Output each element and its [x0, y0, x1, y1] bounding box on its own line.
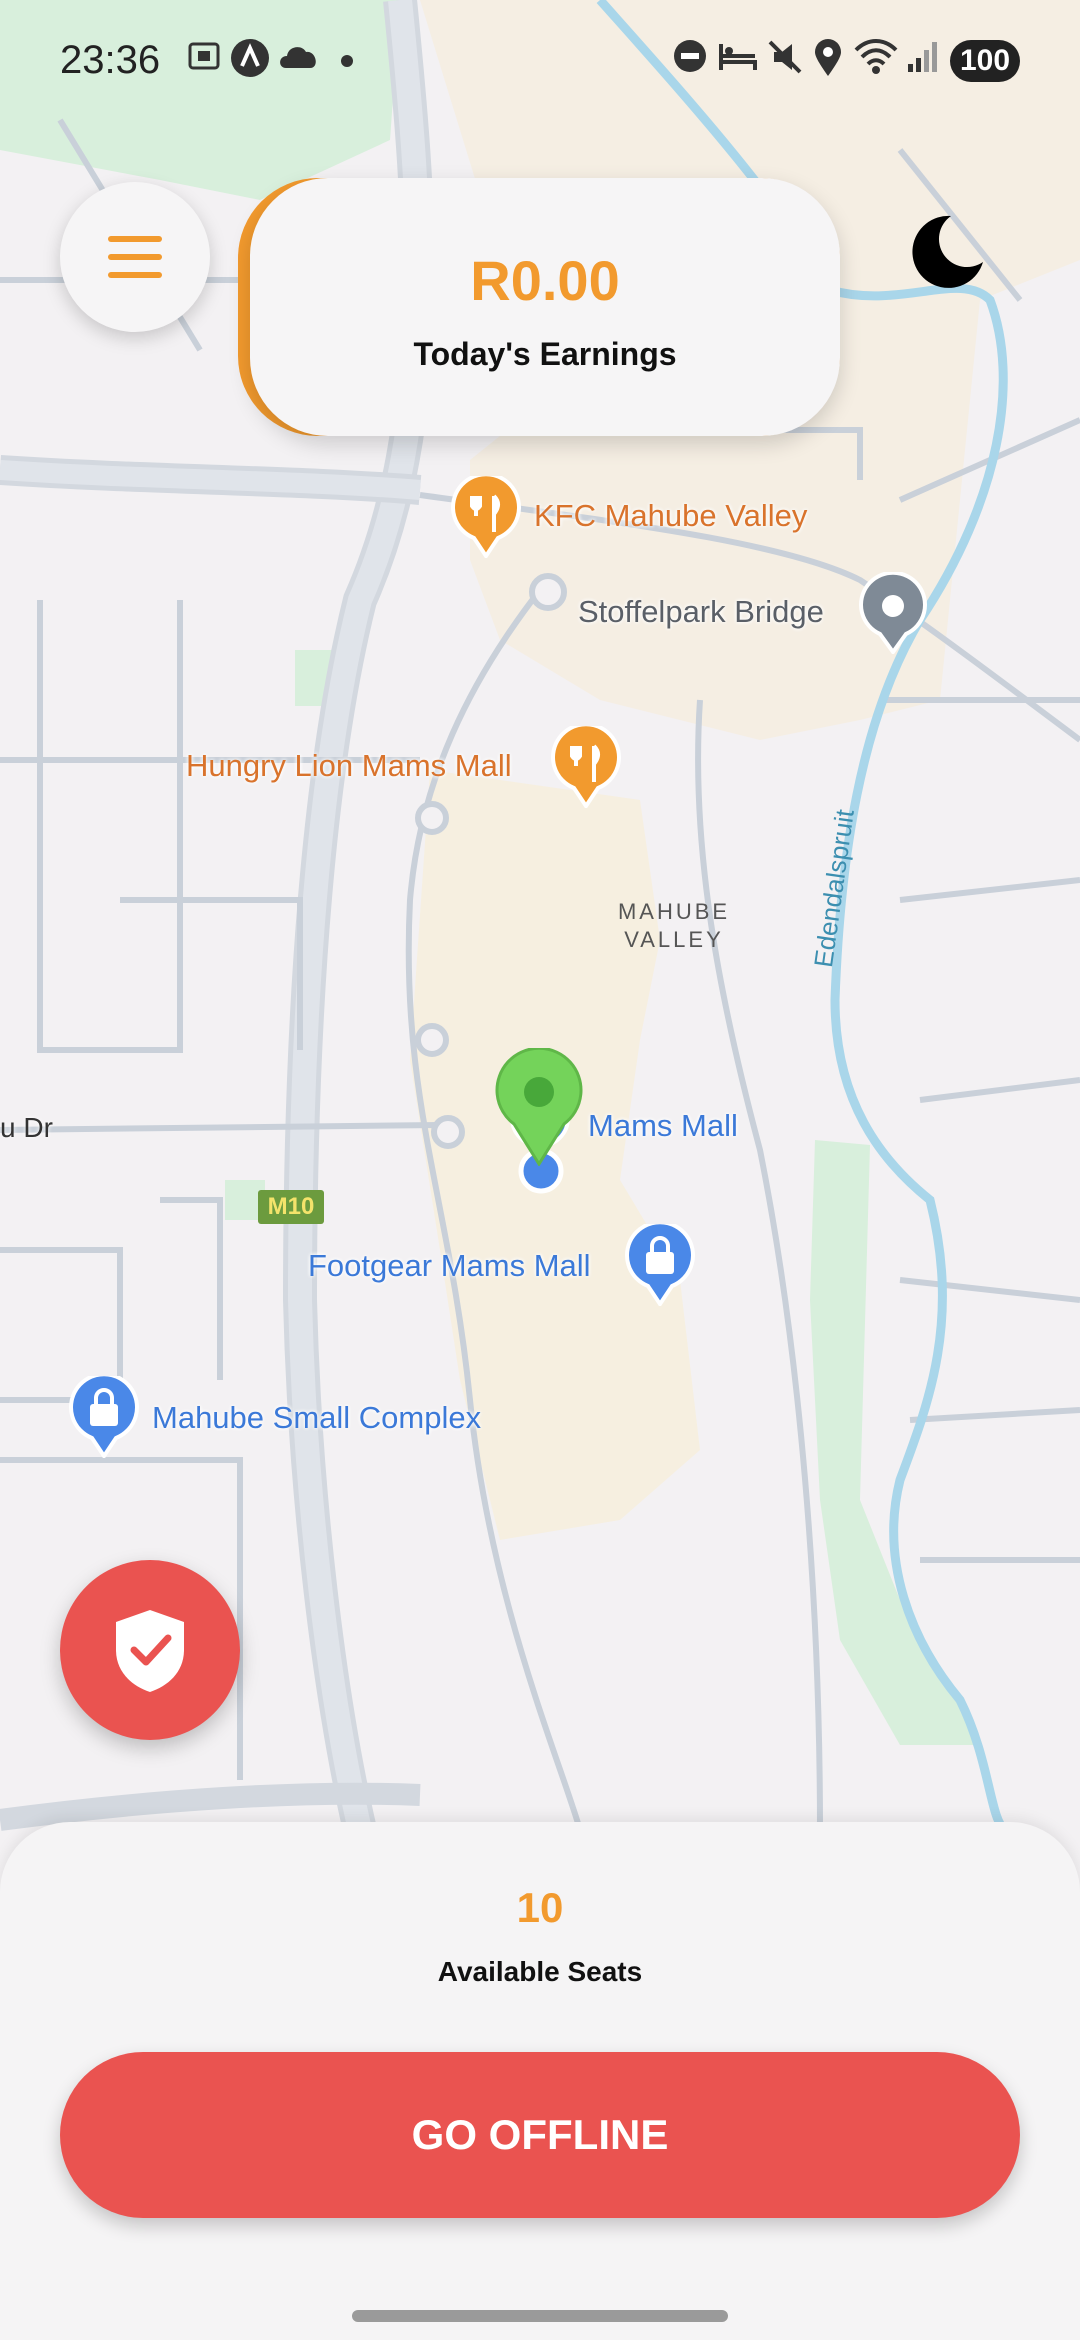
go-offline-button[interactable]: GO OFFLINE	[60, 2052, 1020, 2218]
route-badge-m10: M10	[258, 1190, 324, 1224]
earnings-amount: R0.00	[470, 249, 620, 312]
map-label-mams-mall[interactable]: Mams Mall	[588, 1108, 738, 1144]
cloud-icon	[280, 47, 316, 68]
map-label-footgear[interactable]: Footgear Mams Mall	[308, 1248, 591, 1284]
area-label-line1: MAHUBE	[617, 899, 731, 924]
area-label: MAHUBE VALLEY	[612, 898, 736, 954]
shopping-pin-icon[interactable]	[68, 1376, 140, 1458]
earnings-label: Today's Earnings	[413, 336, 677, 372]
wifi-icon	[854, 39, 898, 74]
mute-icon	[768, 40, 802, 74]
location-icon	[815, 39, 841, 76]
navigation-icon	[231, 39, 269, 77]
earnings-card-body: R0.00 Today's Earnings	[250, 178, 840, 436]
map-label-stoffelpark[interactable]: Stoffelpark Bridge	[578, 594, 824, 630]
bottom-panel: 10 Available Seats GO OFFLINE	[0, 1822, 1080, 2340]
map-label-hungry-lion[interactable]: Hungry Lion Mams Mall	[186, 748, 512, 784]
dot-icon	[341, 55, 353, 67]
moon-icon[interactable]	[905, 212, 985, 292]
restaurant-pin-icon[interactable]	[450, 476, 522, 558]
available-seats-label: Available Seats	[437, 1956, 643, 1987]
landmark-pin-icon[interactable]	[858, 572, 928, 654]
map-label-mahube-small[interactable]: Mahube Small Complex	[152, 1400, 481, 1436]
route-badge-label: M10	[267, 1193, 315, 1220]
map-label-kfc[interactable]: KFC Mahube Valley	[534, 498, 807, 534]
status-time: 23:36	[60, 38, 161, 82]
status-bar: 23:36 100	[0, 30, 1080, 96]
available-seats-value: 10	[516, 1884, 564, 1931]
area-label-line2: VALLEY	[624, 927, 724, 952]
safety-button[interactable]	[60, 1560, 240, 1740]
shopping-pin-icon[interactable]	[624, 1224, 696, 1306]
dnd-icon	[674, 40, 706, 72]
home-indicator[interactable]	[352, 2310, 728, 2322]
signal-icon	[908, 42, 937, 72]
earnings-card: R0.00 Today's Earnings	[238, 178, 840, 436]
screenshot-icon	[188, 42, 220, 70]
restaurant-pin-icon[interactable]	[550, 726, 622, 808]
shield-check-icon	[116, 1610, 184, 1692]
road-label: u Dr	[0, 1112, 53, 1143]
menu-icon-line	[108, 272, 162, 278]
driver-location-pin-icon	[495, 1048, 583, 1166]
menu-button[interactable]	[60, 182, 210, 332]
battery-indicator: 100	[950, 40, 1020, 82]
bed-icon	[719, 44, 757, 70]
menu-icon-line	[108, 254, 162, 260]
menu-icon	[108, 236, 162, 242]
